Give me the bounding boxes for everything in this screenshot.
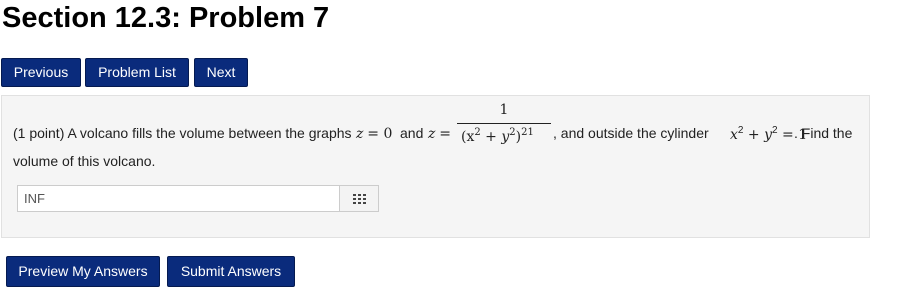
grid-icon: [353, 194, 366, 204]
problem-box: (1 point) A volcano fills the volume bet…: [1, 95, 870, 238]
answer-input[interactable]: INF: [17, 185, 340, 212]
and-text: and: [400, 125, 424, 141]
math-eq: =: [439, 126, 452, 142]
find-the-text: . Find the: [794, 125, 853, 141]
fraction-denominator: (x2 + y2)21: [461, 127, 534, 145]
math-op: +: [743, 127, 765, 143]
inline-math-z-equals: z =: [428, 125, 451, 142]
math-var: x: [730, 127, 738, 143]
math-var: z: [428, 126, 436, 142]
equation-editor-button[interactable]: [339, 185, 379, 212]
fraction: 1 (x2 + y2)21: [455, 102, 553, 158]
submit-answers-button[interactable]: Submit Answers: [167, 256, 295, 287]
problem-list-button[interactable]: Problem List: [85, 58, 189, 87]
previous-button[interactable]: Previous: [1, 58, 81, 87]
den-outer-exp: 21: [521, 127, 534, 138]
math-var: y: [764, 127, 773, 143]
page-title: Section 12.3: Problem 7: [2, 2, 330, 34]
problem-intro-text: (1 point) A volcano fills the volume bet…: [13, 125, 352, 141]
next-button[interactable]: Next: [194, 58, 248, 87]
preview-answers-button[interactable]: Preview My Answers: [6, 256, 160, 287]
den-part: + y: [480, 129, 510, 145]
problem-statement: (1 point) A volcano fills the volume bet…: [13, 102, 863, 158]
math-var: z: [356, 126, 364, 142]
fraction-numerator: 1: [499, 102, 509, 118]
problem-line2: volume of this volcano.: [13, 153, 156, 169]
cylinder-text: , and outside the cylinder: [553, 125, 709, 141]
math-eq: = 0: [367, 126, 393, 142]
den-part: (x: [461, 129, 475, 145]
fraction-bar: [457, 123, 551, 124]
inline-math-z-equals-zero: z = 0: [356, 125, 392, 142]
